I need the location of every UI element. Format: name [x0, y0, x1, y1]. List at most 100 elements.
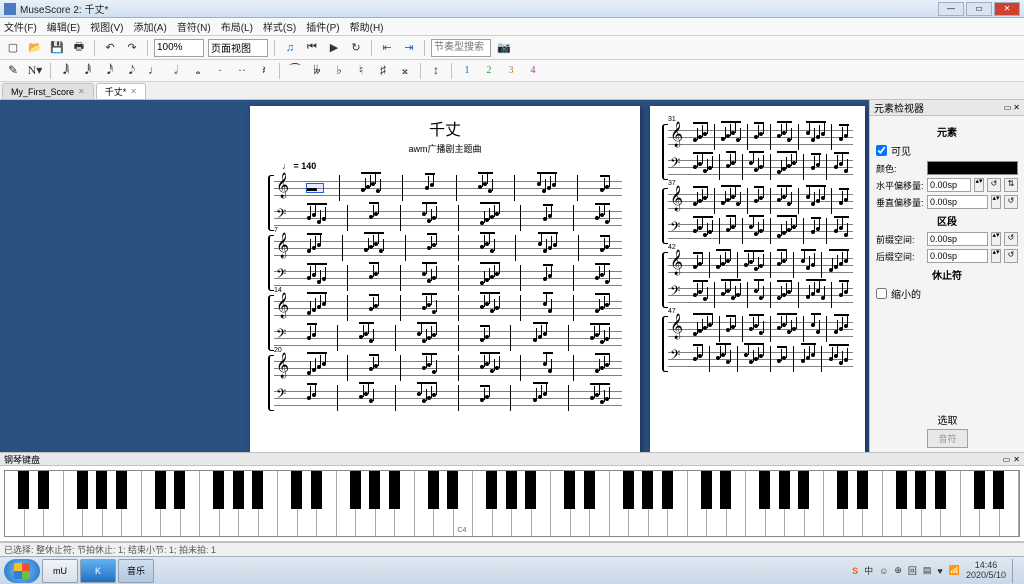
note-input-icon[interactable]: ✎ [4, 62, 22, 80]
black-key[interactable] [525, 471, 536, 509]
black-key[interactable] [428, 471, 439, 509]
black-key[interactable] [993, 471, 1004, 509]
black-key[interactable] [155, 471, 166, 509]
hoffset-input[interactable]: 0.00sp [927, 178, 971, 192]
grand-staff[interactable]: 𝄞20𝄢 [268, 355, 622, 411]
sharp-icon[interactable]: ♯ [374, 62, 392, 80]
score-canvas[interactable]: 千丈 awm广播剧主题曲 ♩ = 140 𝄞▬𝄢𝄞7𝄢𝄞14𝄢𝄞20𝄢 𝄞31𝄢… [0, 100, 869, 452]
tab-close-icon[interactable]: ✕ [130, 87, 137, 96]
dur-16-icon[interactable]: 𝅘𝅥𝅰 [101, 62, 119, 80]
task-active[interactable]: 音乐 [118, 559, 154, 583]
double-dot-icon[interactable]: ·· [233, 62, 251, 80]
tab-my-first-score[interactable]: My_First_Score✕ [2, 83, 94, 99]
black-key[interactable] [935, 471, 946, 509]
tray-icon[interactable]: ▤ [923, 565, 932, 576]
menu-view[interactable]: 视图(V) [90, 19, 123, 34]
grand-staff[interactable]: 𝄞37𝄢 [662, 188, 853, 244]
menu-notes[interactable]: 音符(N) [177, 19, 211, 34]
black-key[interactable] [389, 471, 400, 509]
tray-icon[interactable]: ♥ [937, 566, 942, 576]
black-key[interactable] [759, 471, 770, 509]
reset-icon[interactable]: ↺ [1004, 195, 1018, 209]
black-key[interactable] [116, 471, 127, 509]
taskbar-clock[interactable]: 14:462020/5/10 [966, 561, 1006, 581]
black-key[interactable] [720, 471, 731, 509]
layout-select[interactable] [208, 39, 268, 57]
panel-undock-icon[interactable]: ▭ [1003, 455, 1011, 464]
natural-icon[interactable]: ♮ [352, 62, 370, 80]
black-key[interactable] [837, 471, 848, 509]
reset-icon[interactable]: ↺ [1004, 249, 1018, 263]
panel-close-icon[interactable]: ✕ [1013, 455, 1020, 464]
show-desktop-button[interactable] [1012, 559, 1020, 583]
score-title[interactable]: 千丈 [268, 116, 622, 140]
note-n-icon[interactable]: N▾ [26, 62, 44, 80]
voice-2[interactable]: 2 [480, 62, 498, 80]
maximize-button[interactable]: ▭ [966, 2, 992, 16]
tab-close-icon[interactable]: ✕ [78, 87, 85, 96]
tempo-marking[interactable]: ♩ = 140 [282, 161, 622, 171]
piano-keyboard[interactable]: C4 [0, 466, 1024, 542]
black-key[interactable] [291, 471, 302, 509]
loop-start-icon[interactable]: ⇤ [378, 39, 396, 57]
dur-64-icon[interactable]: 𝅘𝅥𝅲 [57, 62, 75, 80]
leading-input[interactable]: 0.00sp [927, 232, 988, 246]
black-key[interactable] [18, 471, 29, 509]
spin-up-icon[interactable]: ▴▾ [991, 195, 1001, 209]
new-file-icon[interactable]: ▢ [4, 39, 22, 57]
black-key[interactable] [798, 471, 809, 509]
grand-staff[interactable]: 𝄞47𝄢 [662, 316, 853, 372]
black-key[interactable] [623, 471, 634, 509]
grand-staff[interactable]: 𝄞42𝄢 [662, 252, 853, 308]
black-key[interactable] [213, 471, 224, 509]
menu-style[interactable]: 样式(S) [263, 19, 296, 34]
black-key[interactable] [369, 471, 380, 509]
task-musescore[interactable]: mU [42, 559, 78, 583]
grand-staff[interactable]: 𝄞14𝄢 [268, 295, 622, 351]
black-key[interactable] [174, 471, 185, 509]
menu-edit[interactable]: 编辑(E) [47, 19, 80, 34]
black-key[interactable] [584, 471, 595, 509]
play-icon[interactable]: ▶ [325, 39, 343, 57]
reset-icon[interactable]: ↺ [987, 178, 1001, 192]
open-file-icon[interactable]: 📂 [26, 39, 44, 57]
grand-staff[interactable]: 𝄞31𝄢 [662, 124, 853, 180]
tie-icon[interactable]: ⁀ [286, 62, 304, 80]
black-key[interactable] [350, 471, 361, 509]
flip-icon[interactable]: ↕ [427, 62, 445, 80]
flat-icon[interactable]: ♭ [330, 62, 348, 80]
black-key[interactable] [915, 471, 926, 509]
black-key[interactable] [233, 471, 244, 509]
black-key[interactable] [642, 471, 653, 509]
black-key[interactable] [662, 471, 673, 509]
save-icon[interactable]: 💾 [48, 39, 66, 57]
score-subtitle[interactable]: awm广播剧主题曲 [268, 142, 622, 155]
loop-icon[interactable]: ↻ [347, 39, 365, 57]
menu-file[interactable]: 文件(F) [4, 19, 37, 34]
menu-layout[interactable]: 布局(L) [221, 19, 253, 34]
dur-half-icon[interactable]: 𝅗𝅥 [167, 62, 185, 80]
tab-qianzhang[interactable]: 千丈*✕ [96, 83, 146, 99]
tray-icon[interactable]: 📶 [949, 565, 960, 576]
black-key[interactable] [564, 471, 575, 509]
panel-undock-icon[interactable]: ▭ [1004, 103, 1012, 112]
select-notes-button[interactable]: 音符 [927, 429, 967, 448]
voice-3[interactable]: 3 [502, 62, 520, 80]
redo-icon[interactable]: ↷ [123, 39, 141, 57]
menu-add[interactable]: 添加(A) [133, 19, 166, 34]
tray-icon[interactable]: S [852, 566, 858, 576]
task-kugou[interactable]: K [80, 559, 116, 583]
black-key[interactable] [77, 471, 88, 509]
grand-staff[interactable]: 𝄞7𝄢 [268, 235, 622, 291]
print-icon[interactable]: 🖶 [70, 39, 88, 57]
tray-icon[interactable]: ⊕ [894, 565, 902, 576]
start-button[interactable] [4, 559, 40, 583]
minimize-button[interactable]: — [938, 2, 964, 16]
black-key[interactable] [311, 471, 322, 509]
black-key[interactable] [779, 471, 790, 509]
black-key[interactable] [974, 471, 985, 509]
double-flat-icon[interactable]: 𝄫 [308, 62, 326, 80]
visible-checkbox[interactable] [876, 145, 887, 156]
dur-quarter-icon[interactable]: ♩ [145, 62, 163, 80]
tray-icon[interactable]: 中 [864, 564, 873, 577]
